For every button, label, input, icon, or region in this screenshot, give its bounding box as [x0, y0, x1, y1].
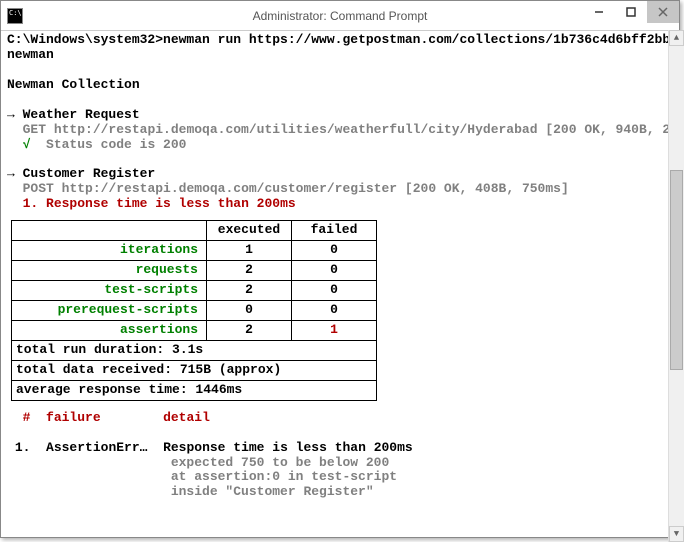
table-header-failed: failed	[292, 221, 377, 241]
prompt-line: C:\Windows\system32>newman run https://w…	[7, 33, 673, 48]
request-2-header: → Customer Register	[7, 167, 673, 182]
failure-detail: inside "Customer Register"	[7, 485, 673, 500]
table-header-executed: executed	[207, 221, 292, 241]
failure-detail: at assertion:0 in test-script	[7, 470, 673, 485]
failure-row: 1. AssertionErr… Response time is less t…	[7, 441, 673, 456]
request-1-assertion: √ Status code is 200	[7, 138, 673, 153]
table-row: assertions 2 1	[12, 320, 377, 340]
request-2-detail: POST http://restapi.demoqa.com/customer/…	[7, 182, 673, 197]
cmd-icon	[7, 8, 23, 24]
scroll-down-arrow[interactable]: ▼	[669, 526, 684, 542]
table-summary-row: total data received: 715B (approx)	[12, 360, 377, 380]
titlebar: Administrator: Command Prompt	[1, 1, 679, 31]
table-row: prerequest-scripts 0 0	[12, 301, 377, 321]
window-title: Administrator: Command Prompt	[253, 9, 428, 23]
failure-detail: expected 750 to be below 200	[7, 456, 673, 471]
request-2-failure: 1. Response time is less than 200ms	[7, 197, 673, 212]
minimize-button[interactable]	[583, 1, 615, 23]
results-table: executed failed iterations 1 0 requests …	[11, 220, 377, 400]
prompt-command: newman run https://www.getpostman.com/co…	[163, 32, 679, 47]
terminal-output: C:\Windows\system32>newman run https://w…	[1, 31, 679, 537]
maximize-icon	[626, 7, 636, 17]
prompt-path: C:\Windows\system32>	[7, 32, 163, 47]
table-summary-row: total run duration: 3.1s	[12, 340, 377, 360]
table-row: test-scripts 2 0	[12, 281, 377, 301]
minimize-icon	[594, 7, 604, 17]
tool-name: newman	[7, 48, 673, 63]
table-header-row: executed failed	[12, 221, 377, 241]
table-row: requests 2 0	[12, 261, 377, 281]
scrollbar[interactable]: ▲ ▼	[668, 30, 684, 542]
failures-header: # failure detail	[7, 411, 673, 426]
window-controls	[583, 1, 679, 23]
maximize-button[interactable]	[615, 1, 647, 23]
close-button[interactable]	[647, 1, 679, 23]
table-row: iterations 1 0	[12, 241, 377, 261]
collection-name: Newman Collection	[7, 78, 673, 93]
command-prompt-window: Administrator: Command Prompt C:\Windows…	[0, 0, 680, 538]
failures-section: # failure detail 1. AssertionErr… Respon…	[7, 411, 673, 501]
results-table-wrap: executed failed iterations 1 0 requests …	[7, 220, 673, 400]
close-icon	[658, 7, 668, 17]
table-header-empty	[12, 221, 207, 241]
request-1-detail: GET http://restapi.demoqa.com/utilities/…	[7, 123, 673, 138]
scroll-thumb[interactable]	[670, 170, 683, 370]
table-summary-row: average response time: 1446ms	[12, 380, 377, 400]
scroll-up-arrow[interactable]: ▲	[669, 30, 684, 46]
request-1-header: → Weather Request	[7, 108, 673, 123]
